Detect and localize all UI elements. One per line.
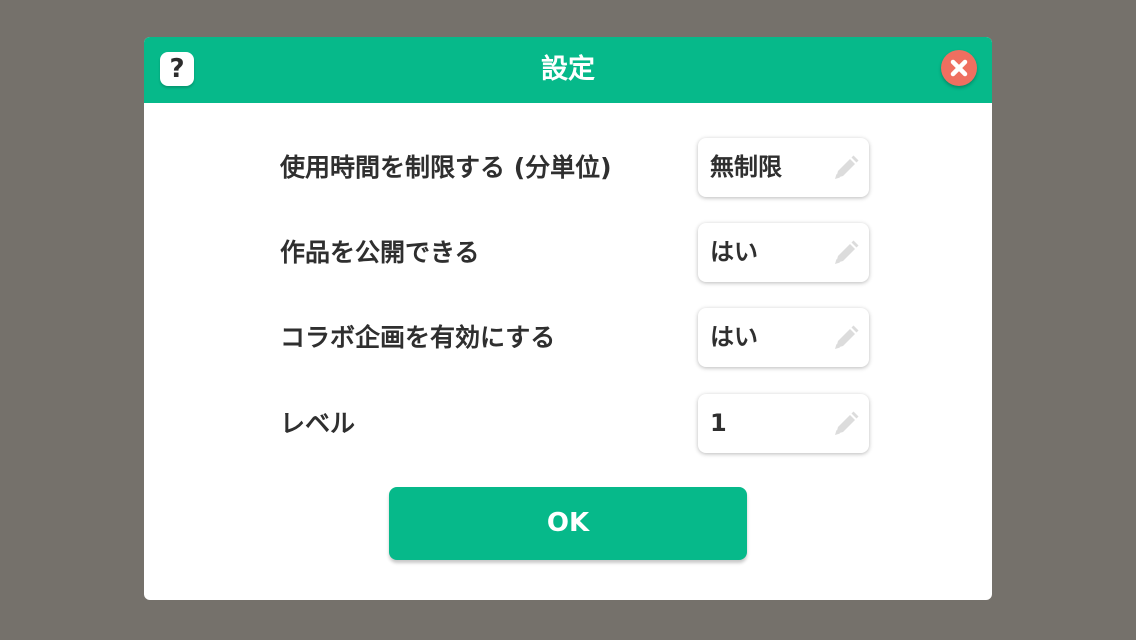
- settings-dialog: 設定 ? 使用時間を制限する (分単位) 無制限 作品を公開できる はい コラボ…: [144, 37, 992, 600]
- collab-value: はい: [710, 323, 758, 351]
- publish-value: はい: [710, 238, 758, 266]
- pencil-icon: [835, 240, 859, 264]
- question-icon: ?: [169, 54, 185, 84]
- dialog-header: 設定 ?: [144, 37, 992, 103]
- publish-label: 作品を公開できる: [280, 238, 480, 267]
- collab-label: コラボ企画を有効にする: [280, 323, 556, 352]
- time-limit-field[interactable]: 無制限: [698, 138, 869, 197]
- time-limit-label: 使用時間を制限する (分単位): [280, 153, 612, 182]
- help-button[interactable]: ?: [160, 52, 194, 86]
- close-button[interactable]: [941, 50, 977, 86]
- level-field[interactable]: 1: [698, 394, 869, 453]
- level-value: 1: [710, 409, 727, 437]
- dialog-title: 設定: [541, 54, 595, 85]
- close-icon: [950, 59, 968, 77]
- level-label: レベル: [280, 409, 356, 438]
- publish-field[interactable]: はい: [698, 223, 869, 282]
- pencil-icon: [835, 155, 859, 179]
- pencil-icon: [835, 411, 859, 435]
- time-limit-value: 無制限: [710, 153, 782, 181]
- collab-field[interactable]: はい: [698, 308, 869, 367]
- ok-button[interactable]: OK: [389, 487, 747, 560]
- pencil-icon: [835, 325, 859, 349]
